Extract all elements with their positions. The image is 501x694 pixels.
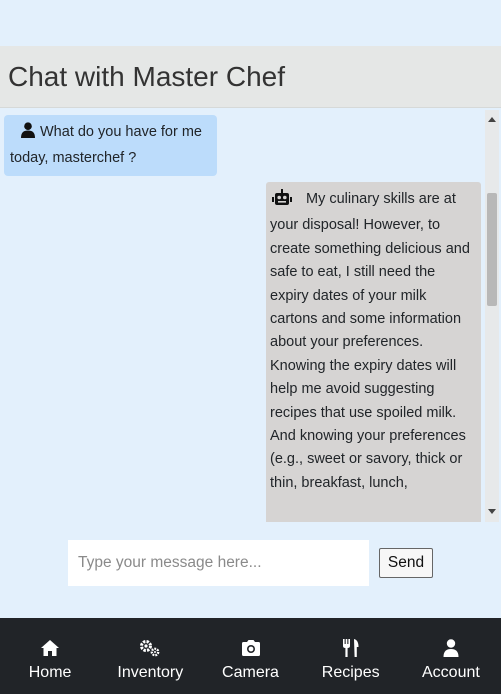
user-icon: [20, 122, 36, 146]
chat-scrollbar[interactable]: [485, 110, 499, 522]
user-icon: [443, 639, 459, 657]
scroll-up-arrow-icon[interactable]: [488, 117, 496, 122]
camera-icon: [241, 639, 260, 657]
user-message-text: What do you have for me today, masterche…: [10, 124, 202, 166]
nav-item-home[interactable]: Home: [0, 618, 100, 694]
robot-icon: [272, 189, 292, 214]
nav-label-home: Home: [28, 664, 72, 681]
nav-label-account: Account: [422, 664, 480, 681]
nav-item-account[interactable]: Account: [401, 618, 501, 694]
cogs-icon: [139, 639, 161, 657]
app-window: Chat with Master Chef What do you have f…: [0, 0, 501, 694]
bottom-navigation: Home Inventory Camera Recipes Account: [0, 618, 501, 694]
message-input[interactable]: [68, 540, 369, 586]
scrollbar-thumb[interactable]: [487, 193, 497, 306]
user-message: What do you have for me today, masterche…: [4, 115, 217, 176]
nav-label-camera: Camera: [222, 664, 279, 681]
nav-item-inventory[interactable]: Inventory: [100, 618, 200, 694]
utensils-icon: [342, 639, 359, 657]
bot-message: My culinary skills are at your disposal!…: [266, 182, 481, 522]
chat-header: Chat with Master Chef: [0, 46, 501, 108]
page-title: Chat with Master Chef: [8, 60, 285, 92]
nav-item-recipes[interactable]: Recipes: [301, 618, 401, 694]
message-composer: Send: [68, 540, 433, 586]
nav-item-camera[interactable]: Camera: [200, 618, 300, 694]
home-icon: [41, 639, 60, 657]
nav-label-recipes: Recipes: [321, 664, 380, 681]
chat-messages[interactable]: What do you have for me today, masterche…: [0, 110, 501, 522]
bot-message-text: My culinary skills are at your disposal!…: [270, 191, 470, 491]
scroll-down-arrow-icon[interactable]: [488, 509, 496, 514]
send-button[interactable]: Send: [379, 548, 433, 578]
nav-label-inventory: Inventory: [117, 664, 184, 681]
